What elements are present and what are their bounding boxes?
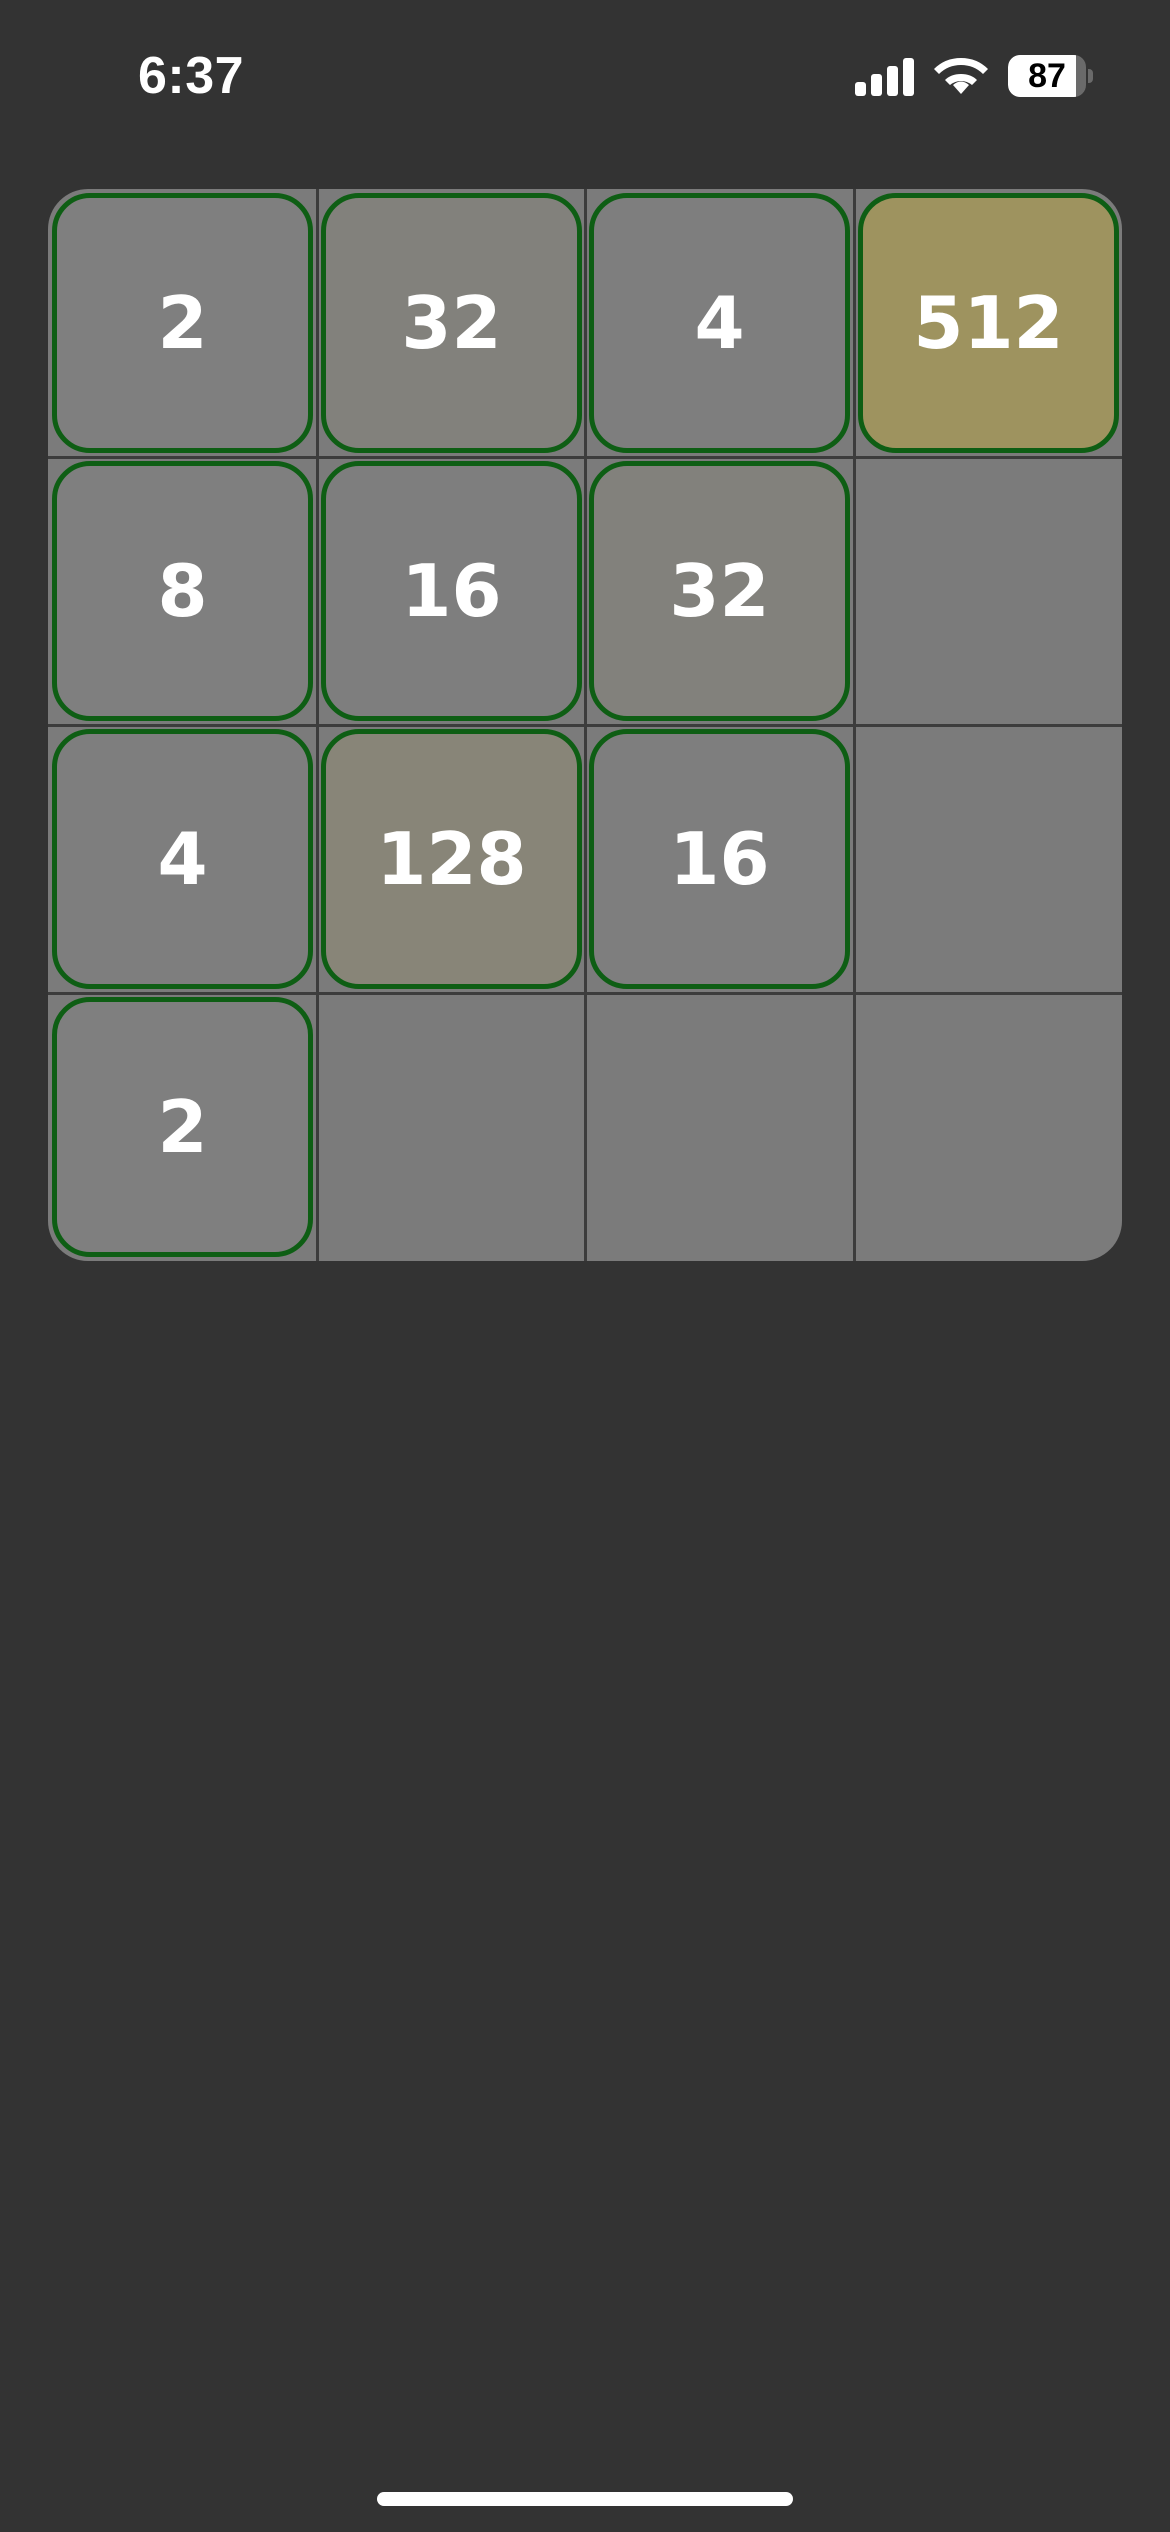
tile-value: 4 <box>694 281 745 365</box>
tile-value: 32 <box>401 281 502 365</box>
tile-512: 512 <box>858 193 1119 453</box>
tile-2: 2 <box>52 997 313 1257</box>
wifi-icon <box>933 54 989 96</box>
tile-16: 16 <box>589 729 850 989</box>
battery-icon: 87 <box>1008 55 1093 97</box>
tile-4: 4 <box>52 729 313 989</box>
status-time: 6:37 <box>138 47 245 105</box>
tile-value: 2 <box>157 281 208 365</box>
tile-value: 4 <box>157 817 208 901</box>
battery-cap <box>1088 69 1093 83</box>
tile-value: 128 <box>376 817 527 901</box>
tile-value: 16 <box>669 817 770 901</box>
status-bar: 6:37 87 <box>0 0 1170 150</box>
tile-value: 512 <box>913 281 1064 365</box>
tile-32: 32 <box>321 193 582 453</box>
signal-bar <box>887 66 898 96</box>
battery-level: 87 <box>1028 57 1066 95</box>
signal-bar <box>855 82 866 96</box>
tile-4: 4 <box>589 193 850 453</box>
tile-value: 8 <box>157 549 208 633</box>
game-board[interactable]: 2 32 4 512 8 16 32 4 128 16 2 <box>48 189 1122 1261</box>
tile-8: 8 <box>52 461 313 721</box>
tile-value: 16 <box>401 549 502 633</box>
signal-bar <box>871 74 882 96</box>
grid-line-horizontal <box>48 992 1122 995</box>
grid-line-horizontal <box>48 724 1122 727</box>
tile-32: 32 <box>589 461 850 721</box>
tile-16: 16 <box>321 461 582 721</box>
home-indicator[interactable] <box>377 2492 793 2506</box>
tile-value: 2 <box>157 1085 208 1169</box>
grid-line-vertical <box>853 189 856 1261</box>
battery-body: 87 <box>1008 55 1086 97</box>
tile-value: 32 <box>669 549 770 633</box>
cellular-signal-icon <box>855 56 915 96</box>
tile-128: 128 <box>321 729 582 989</box>
signal-bar <box>903 58 914 96</box>
tile-2: 2 <box>52 193 313 453</box>
